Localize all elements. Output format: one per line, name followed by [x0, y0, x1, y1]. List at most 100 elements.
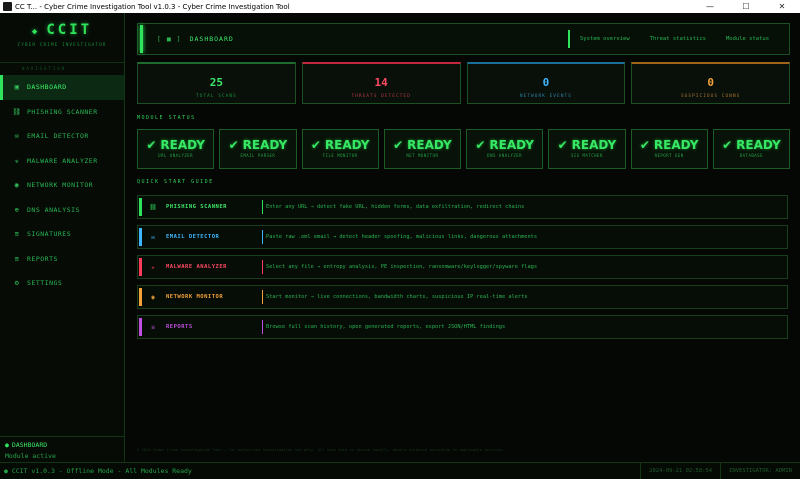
stat-label: SUSPICIOUS CONNS: [680, 94, 741, 99]
stat-label: TOTAL SCANS: [195, 94, 237, 99]
list-icon: ≡: [14, 230, 20, 239]
ready-indicator: ✔ READY: [632, 138, 707, 152]
module-card: ✔ READY EMAIL PARSER: [219, 129, 297, 169]
stat-card-suspicious-conns: 0 SUSPICIOUS CONNS: [631, 62, 790, 104]
guide-row-malware-analyzer[interactable]: ☣ MALWARE ANALYZER Select any file → ent…: [137, 255, 788, 279]
status-right: 2024-09-21 02:58:54 INVESTIGATOR: ADMIN: [640, 462, 800, 479]
sidebar-item-label: SIGNATURES: [27, 230, 72, 239]
sidebar: ◆ CCIT CYBER CRIME INVESTIGATOR NAVIGATIO…: [0, 13, 125, 462]
link-module-status[interactable]: Module status: [726, 36, 769, 42]
row-accent-bar: [139, 288, 142, 306]
disclaimer-text: © 2024 Cyber Crime Investigation Tool — …: [137, 447, 506, 452]
ready-label: READY: [407, 138, 452, 152]
sidebar-item-network-monitor[interactable]: ◉ NETWORK MONITOR: [0, 173, 124, 198]
module-name: DATABASE: [739, 153, 763, 158]
stat-label: NETWORK EVENTS: [519, 94, 572, 99]
module-status-grid: ✔ READY URL ANALYZER ✔ READY EMAIL PARSER ✔ R…: [137, 129, 790, 169]
header-accent-bar: [140, 25, 143, 53]
page-title-text: DASHBOARD: [189, 35, 234, 43]
module-card: ✔ READY FILE MONITOR: [301, 129, 379, 169]
module-status-title: MODULE STATUS: [137, 115, 196, 121]
nav-heading: NAVIGATION: [22, 66, 67, 71]
nav-menu: ▣ DASHBOARD ⛓ PHISHING SCANNER ✉ EMAIL DETE…: [0, 75, 124, 296]
sidebar-item-label: EMAIL DETECTOR: [27, 132, 89, 141]
sidebar-item-label: SETTINGS: [27, 279, 63, 288]
header-bracket: [ ■ ]: [157, 35, 182, 43]
check-icon: ✔: [475, 138, 486, 152]
gear-icon: ⚙: [14, 279, 20, 288]
dashboard-icon: ▣: [14, 83, 20, 92]
sidebar-item-settings[interactable]: ⚙ SETTINGS: [0, 271, 124, 296]
sidebar-item-malware-analyzer[interactable]: ☣ MALWARE ANALYZER: [0, 149, 124, 174]
guide-row-reports[interactable]: ≡ REPORTS Browse full scan history, open…: [137, 315, 788, 339]
logo-text: CCIT: [46, 22, 93, 38]
module-card: ✔ READY NET MONITOR: [383, 129, 461, 169]
check-icon: ✔: [146, 138, 157, 152]
ready-indicator: ✔ READY: [385, 138, 460, 152]
guide-description: Start monitor → live connections, bandwi…: [266, 294, 528, 300]
row-accent-bar: [139, 258, 142, 276]
guide-row-phishing-scanner[interactable]: ⛓ PHISHING SCANNER Enter any URL → detec…: [137, 195, 788, 219]
app-icon: [3, 2, 12, 11]
row-accent-bar: [139, 198, 142, 216]
header-separator: [567, 30, 570, 48]
module-status-text: Module active: [5, 452, 56, 460]
report-icon: ≡: [151, 323, 155, 331]
network-icon: ◉: [151, 293, 155, 301]
stat-value: 14: [374, 76, 388, 89]
stat-value: 25: [209, 76, 223, 89]
maximize-button[interactable]: ☐: [728, 0, 764, 13]
guide-module-name: PHISHING SCANNER: [166, 204, 227, 210]
ready-indicator: ✔ READY: [220, 138, 295, 152]
module-name: URL ANALYZER: [158, 153, 194, 158]
module-card: ✔ READY DATABASE: [712, 129, 790, 169]
ready-label: READY: [571, 138, 617, 152]
current-module: ● DASHBOARD: [5, 441, 119, 449]
module-name: SIG MATCHER: [570, 153, 603, 158]
sidebar-item-phishing-scanner[interactable]: ⛓ PHISHING SCANNER: [0, 100, 124, 125]
sidebar-item-email-detector[interactable]: ✉ EMAIL DETECTOR: [0, 124, 124, 149]
main-content: [ ■ ] DASHBOARD System overview Threat st…: [126, 13, 800, 462]
check-icon: ✔: [557, 138, 568, 152]
app-window: ◆ CCIT CYBER CRIME INVESTIGATOR NAVIGATIO…: [0, 13, 800, 479]
module-name: DNS ANALYZER: [487, 153, 523, 158]
sidebar-item-label: DASHBOARD: [27, 83, 67, 92]
stat-label: THREATS DETECTED: [351, 94, 411, 99]
link-icon: ⛓: [149, 203, 157, 211]
status-bar: ● CCIT v1.0.3 - Offline Mode - All Modul…: [0, 462, 800, 479]
link-system-overview[interactable]: System overview: [580, 36, 630, 42]
check-icon: ✔: [722, 138, 733, 152]
page-title: [ ■ ] DASHBOARD: [157, 35, 234, 43]
row-divider: [262, 260, 263, 274]
page-header: [ ■ ] DASHBOARD System overview Threat st…: [137, 23, 790, 55]
guide-module-name: NETWORK MONITOR: [166, 294, 224, 300]
mail-icon: ✉: [14, 132, 20, 141]
module-name: REPORT GEN: [654, 153, 684, 158]
row-divider: [262, 200, 263, 214]
window-title: CC T... - Cyber Crime Investigation Tool…: [15, 2, 290, 11]
sidebar-item-label: REPORTS: [27, 254, 58, 263]
link-threat-statistics[interactable]: Threat statistics: [650, 36, 706, 42]
guide-description: Enter any URL → detect fake URL, hidden …: [266, 204, 525, 210]
check-icon: ✔: [310, 138, 321, 152]
close-button[interactable]: ✕: [764, 0, 800, 13]
quick-start-guide: ⛓ PHISHING SCANNER Enter any URL → detec…: [137, 195, 788, 345]
sidebar-item-signatures[interactable]: ≡ SIGNATURES: [0, 222, 124, 247]
sidebar-item-reports[interactable]: ≡ REPORTS: [0, 247, 124, 272]
ready-indicator: ✔ READY: [138, 138, 213, 152]
guide-row-network-monitor[interactable]: ◉ NETWORK MONITOR Start monitor → live c…: [137, 285, 788, 309]
guide-module-name: REPORTS: [166, 324, 193, 330]
row-divider: [262, 320, 263, 334]
guide-row-email-detector[interactable]: ✉ EMAIL DETECTOR Paste raw .eml email → …: [137, 225, 788, 249]
module-card: ✔ READY REPORT GEN: [630, 129, 708, 169]
minimize-button[interactable]: —: [692, 0, 728, 13]
sidebar-item-dashboard[interactable]: ▣ DASHBOARD: [0, 75, 124, 100]
status-dot-icon: ●: [5, 441, 9, 449]
sidebar-item-label: PHISHING SCANNER: [27, 107, 98, 116]
stat-card-network-events: 0 NETWORK EVENTS: [466, 62, 626, 104]
sidebar-item-dns-analysis[interactable]: ⊕ DNS ANALYSIS: [0, 198, 124, 223]
status-text: ● CCIT v1.0.3 - Offline Mode - All Modul…: [4, 467, 192, 475]
ready-indicator: ✔ READY: [714, 138, 789, 152]
ready-label: READY: [324, 138, 370, 152]
module-name: NET MONITOR: [406, 153, 439, 158]
